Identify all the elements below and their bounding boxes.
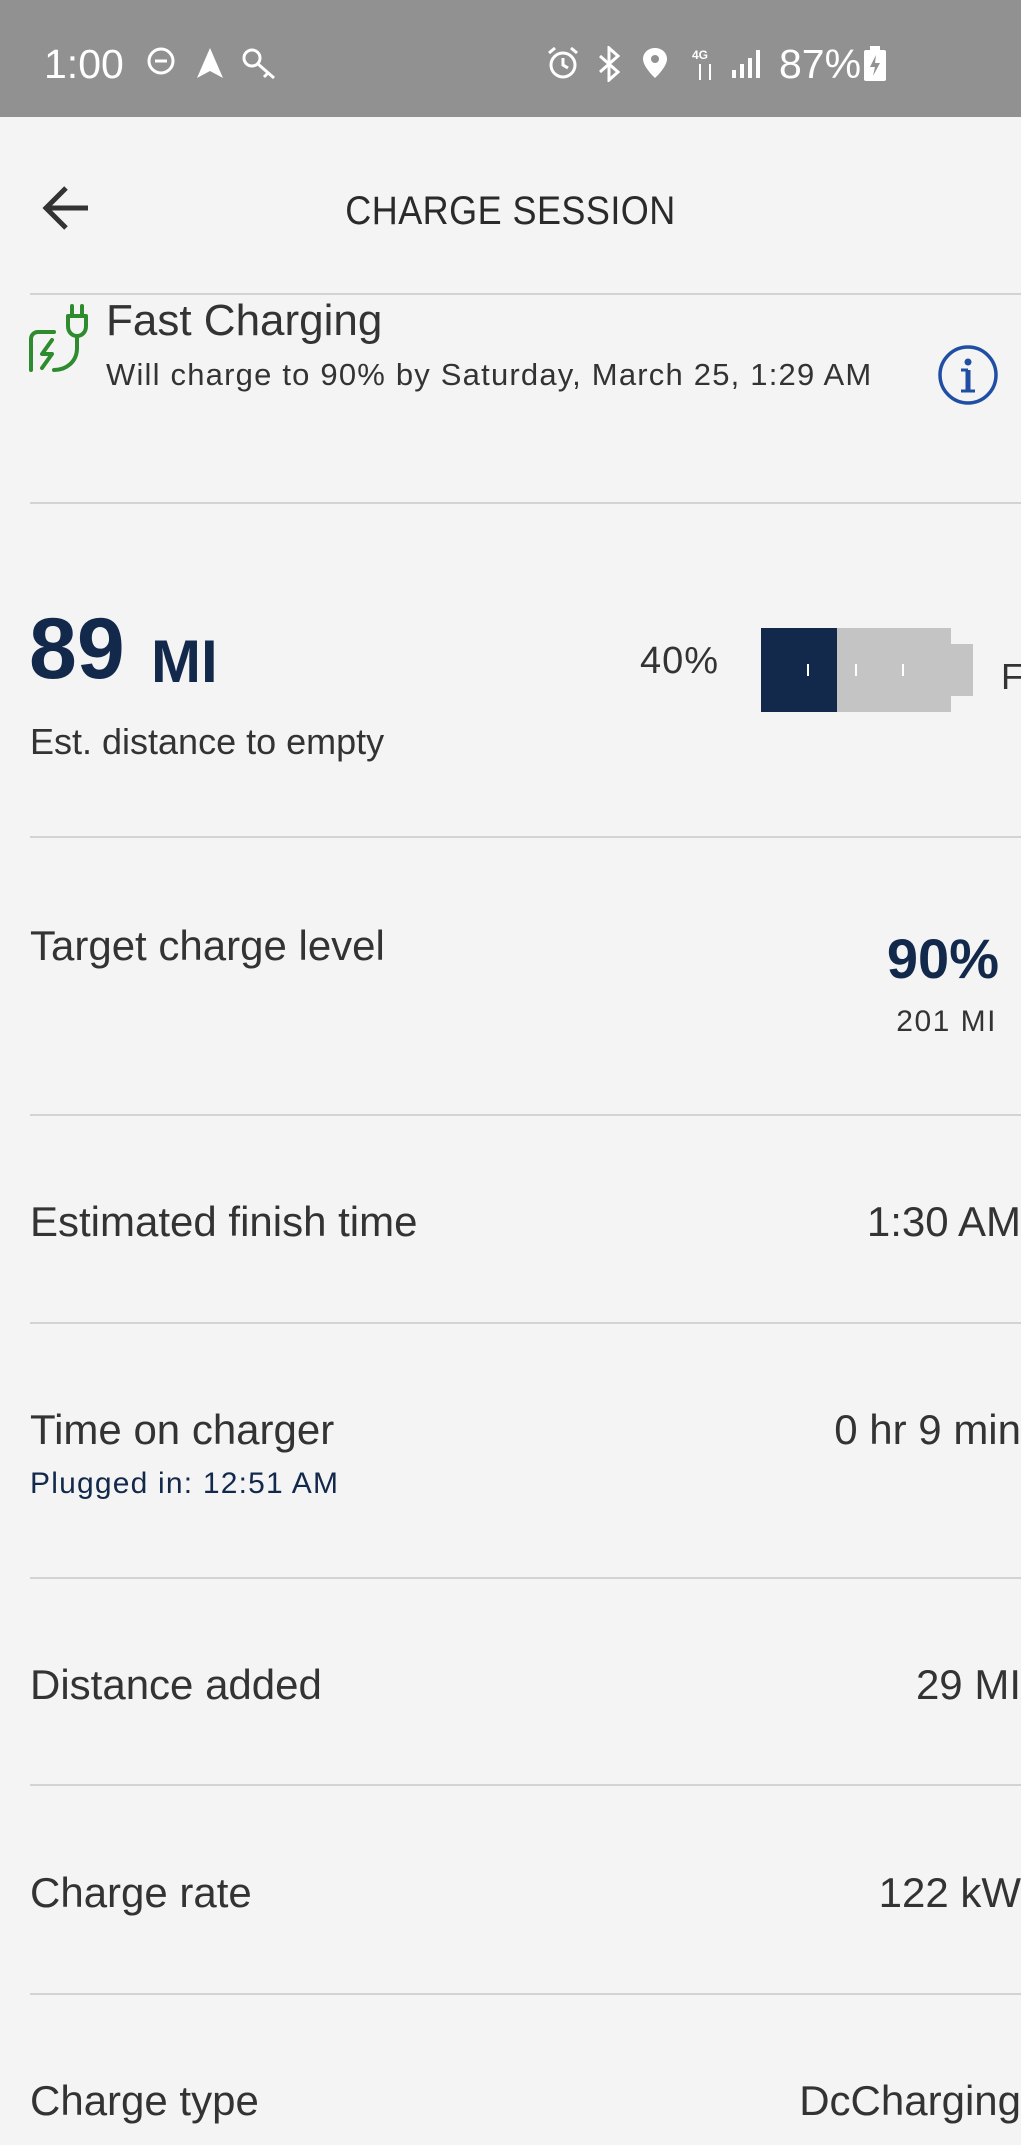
status-battery-percent: 87%: [779, 41, 862, 87]
signal-icon: [732, 50, 760, 78]
divider: [30, 1114, 1021, 1116]
battery-full-label: F: [1001, 656, 1021, 697]
battery-fill: [761, 628, 837, 712]
charge-rate-value: 122 kW: [878, 1869, 1021, 1916]
fast-charging-subtitle: Will charge to 90% by Saturday, March 25…: [106, 357, 873, 392]
fast-charging-banner: Fast Charging Will charge to 90% by Satu…: [0, 296, 1021, 501]
charge-type-value: DcCharging: [799, 2077, 1021, 2124]
range-unit: MI: [151, 628, 218, 695]
status-time: 1:00: [44, 41, 124, 87]
key-icon: [242, 48, 275, 80]
range-label: Est. distance to empty: [30, 721, 385, 762]
page-title: CHARGE SESSION: [345, 189, 676, 233]
charge-type-label: Charge type: [30, 2077, 259, 2124]
status-bar: 1:00 4G 87%: [0, 0, 1021, 117]
info-icon[interactable]: [937, 344, 999, 406]
plugged-in-time: Plugged in: 12:51 AM: [30, 1467, 340, 1500]
time-on-charger-label: Time on charger: [30, 1406, 335, 1453]
battery-gauge: [761, 628, 973, 712]
location-icon: [643, 48, 667, 78]
battery-cap: [951, 644, 973, 696]
divider: [30, 1577, 1021, 1579]
do-not-disturb-icon: [147, 47, 175, 75]
target-charge-label: Target charge level: [30, 922, 385, 969]
bluetooth-icon: [599, 46, 621, 82]
4g-lte-icon: 4G: [692, 48, 711, 80]
target-charge-percent: 90%: [886, 927, 999, 990]
battery-percent: 40%: [640, 640, 720, 682]
distance-added-value: 29 MI: [915, 1661, 1021, 1708]
divider: [30, 1993, 1021, 1995]
alarm-icon: [548, 46, 578, 79]
range-value: 89: [29, 601, 125, 697]
navigation-icon: [197, 48, 223, 78]
time-on-charger-value: 0 hr 9 min: [834, 1406, 1021, 1453]
target-charge-miles: 201 MI: [896, 1005, 997, 1038]
ev-plug-icon: [29, 304, 88, 372]
finish-time-label: Estimated finish time: [30, 1198, 418, 1245]
distance-added-label: Distance added: [30, 1661, 322, 1708]
divider: [30, 1322, 1021, 1324]
app-header: CHARGE SESSION: [0, 117, 1021, 294]
battery-charging-icon: [864, 46, 886, 81]
divider: [30, 836, 1021, 838]
charge-rate-label: Charge rate: [30, 1869, 252, 1916]
svg-text:4G: 4G: [692, 48, 708, 62]
fast-charging-title: Fast Charging: [106, 296, 383, 345]
divider: [30, 502, 1021, 504]
divider: [30, 293, 1021, 295]
divider: [30, 1784, 1021, 1786]
finish-time-value: 1:30 AM: [866, 1198, 1021, 1245]
